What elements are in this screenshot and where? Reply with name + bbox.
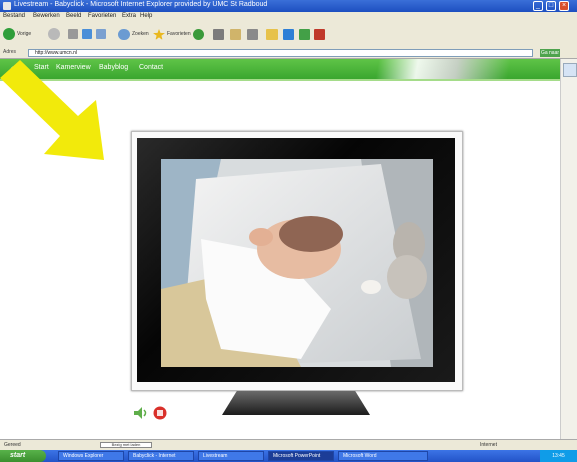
forward-button[interactable] [48, 28, 60, 40]
favorites-icon[interactable] [153, 29, 165, 40]
minimize-button[interactable]: _ [533, 1, 543, 11]
start-button[interactable]: start [0, 450, 46, 462]
favorites-label: Favorieten [167, 31, 191, 37]
search-label: Zoeken [132, 31, 149, 37]
nav-link-contact[interactable]: Contact [139, 64, 163, 71]
taskbar-item[interactable]: Windows Explorer [58, 451, 124, 461]
menu-item-help[interactable]: Help [140, 13, 152, 19]
taskbar-item[interactable]: Livestream [198, 451, 264, 461]
back-button[interactable] [3, 28, 15, 40]
window-titlebar: Livestream - Babyclick - Microsoft Inter… [0, 0, 577, 12]
window-title: Livestream - Babyclick - Microsoft Inter… [14, 1, 268, 8]
stop-icon[interactable] [153, 406, 167, 420]
print-icon[interactable] [247, 29, 258, 40]
close-button[interactable]: × [559, 1, 569, 11]
tool-icon[interactable] [314, 29, 325, 40]
menu-item-edit[interactable]: Bewerken [33, 13, 60, 19]
folder-icon[interactable] [266, 29, 278, 40]
go-button[interactable]: Ga naar [540, 49, 560, 57]
menu-bar: Bestand Bewerken Beeld Favorieten Extra … [0, 12, 577, 22]
nav-swoosh-decoration [300, 59, 560, 79]
browser-toolbar: Vorige Zoeken Favorieten [0, 22, 577, 49]
monitor-stand [222, 391, 370, 415]
stop-page-icon[interactable] [68, 29, 78, 39]
status-progress: Bezig met laden [100, 442, 152, 448]
windows-taskbar: start Windows Explorer Babyclick - Inter… [0, 450, 577, 462]
refresh-icon[interactable] [82, 29, 92, 39]
taskbar-item-active[interactable]: Microsoft PowerPoint [268, 451, 334, 461]
address-input[interactable]: http://www.umcn.nl [28, 49, 533, 57]
ie-icon [3, 2, 11, 10]
menu-item-favorites[interactable]: Favorieten [88, 13, 116, 19]
livestream-video[interactable] [161, 159, 433, 367]
speaker-icon[interactable] [133, 406, 149, 420]
vertical-scrollbar[interactable] [560, 59, 577, 439]
media-icon[interactable] [193, 29, 204, 40]
mail-icon[interactable] [230, 29, 241, 40]
system-tray-clock[interactable]: 13:45 [540, 450, 577, 462]
home-page-icon[interactable] [96, 29, 106, 39]
baby-in-crib-image [161, 159, 433, 367]
search-icon[interactable] [118, 29, 130, 40]
status-zone: Internet [480, 442, 497, 448]
menu-item-tools[interactable]: Extra [122, 13, 136, 19]
taskbar-item[interactable]: Babyclick - Internet [128, 451, 194, 461]
taskbar-item[interactable]: Microsoft Word [338, 451, 428, 461]
back-label: Vorige [17, 31, 32, 37]
scroll-up-button[interactable] [563, 63, 577, 77]
address-label: Adres [3, 49, 17, 55]
address-bar: Adres http://www.umcn.nl Ga naar [0, 48, 577, 59]
maximize-button[interactable]: □ [546, 1, 556, 11]
status-text: Gereed [4, 442, 21, 448]
word-icon[interactable] [283, 29, 294, 40]
menu-item-file[interactable]: Bestand [3, 13, 25, 19]
yellow-arrow-annotation [0, 60, 104, 160]
messenger-icon[interactable] [299, 29, 310, 40]
menu-item-view[interactable]: Beeld [66, 13, 81, 19]
history-icon[interactable] [213, 29, 224, 40]
